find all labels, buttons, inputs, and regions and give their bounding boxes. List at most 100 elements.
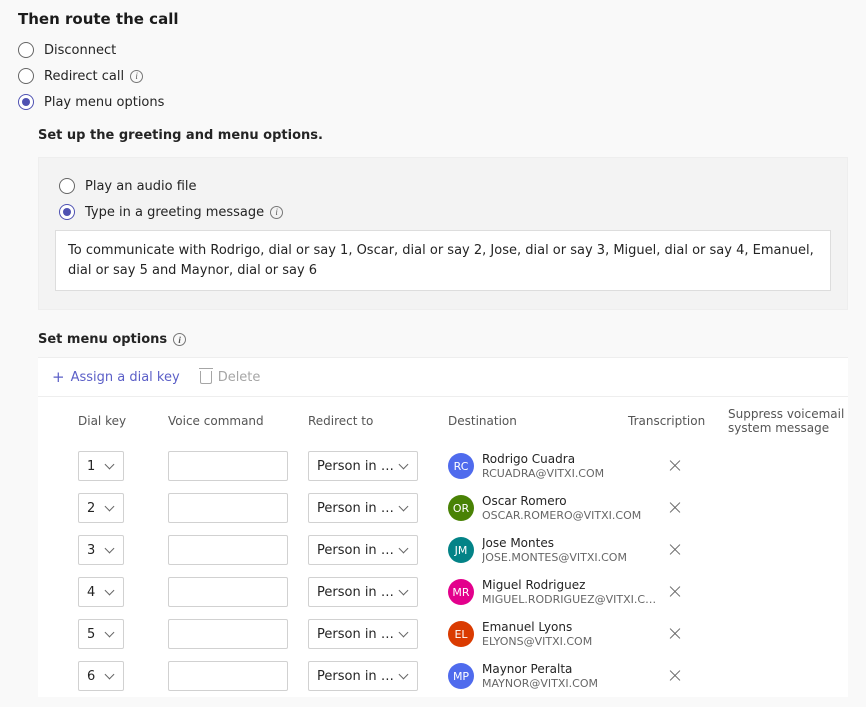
voice-command-input[interactable]	[168, 661, 288, 691]
greeting-text-input[interactable]: To communicate with Rodrigo, dial or say…	[55, 230, 831, 291]
table-header-row: Dial key Voice command Redirect to Desti…	[38, 397, 848, 445]
assign-dial-key-button[interactable]: Assign a dial key	[52, 368, 180, 386]
greeting-option-label: Play an audio file	[85, 179, 197, 194]
redirect-to-value: Person in or...	[317, 459, 397, 474]
destination-text: Maynor PeraltaMAYNOR@VITXI.COM	[482, 662, 598, 691]
dial-key-select[interactable]: 6	[78, 661, 124, 691]
redirect-to-value: Person in or...	[317, 585, 397, 600]
destination-cell: RC Rodrigo CuadraRCUADRA@VITXI.COM	[448, 452, 658, 481]
destination-cell: JM Jose MontesJOSE.MONTES@VITXI.COM	[448, 536, 658, 565]
redirect-to-select[interactable]: Person in or...	[308, 619, 418, 649]
menu-section-title-text: Set menu options	[38, 332, 167, 347]
table-row: 4Person in or...MRMiguel RodriguezMIGUEL…	[38, 571, 848, 613]
col-suppress: Suppress voicemail system message i	[728, 407, 866, 435]
destination-cell: MPMaynor PeraltaMAYNOR@VITXI.COM	[448, 662, 658, 691]
menu-toolbar: Assign a dial key Delete	[38, 357, 848, 396]
route-option-disconnect[interactable]: Disconnect	[18, 42, 848, 58]
destination-email: MIGUEL.RODRIGUEZ@VITXI.COM	[482, 593, 658, 607]
avatar: MR	[448, 579, 474, 605]
chevron-down-icon	[399, 547, 409, 553]
destination-name: Emanuel Lyons	[482, 620, 592, 635]
route-option-label: Play menu options	[44, 95, 164, 110]
chevron-down-icon	[105, 505, 115, 511]
avatar: EL	[448, 621, 474, 647]
destination-email: RCUADRA@VITXI.COM	[482, 467, 604, 481]
destination-text: Jose MontesJOSE.MONTES@VITXI.COM	[482, 536, 627, 565]
destination-email: ELYONS@VITXI.COM	[482, 635, 592, 649]
destination-name: Oscar Romero	[482, 494, 641, 509]
table-row: 1 Person in or... RC Rodrigo CuadraRCUADRA@…	[38, 445, 848, 487]
redirect-to-select[interactable]: Person in or...	[308, 451, 418, 481]
redirect-to-select[interactable]: Person in or...	[308, 535, 418, 565]
page-title: Then route the call	[18, 10, 848, 28]
chevron-down-icon	[399, 673, 409, 679]
dial-key-select[interactable]: 1	[78, 451, 124, 481]
clear-destination-button[interactable]	[668, 543, 682, 557]
voice-command-input[interactable]	[168, 451, 288, 481]
radio-icon	[59, 204, 75, 220]
clear-destination-button[interactable]	[668, 627, 682, 641]
clear-destination-button[interactable]	[668, 501, 682, 515]
col-transcription: Transcription	[628, 414, 718, 428]
avatar: OR	[448, 495, 474, 521]
voice-command-input[interactable]	[168, 493, 288, 523]
redirect-to-value: Person in or...	[317, 501, 397, 516]
info-icon[interactable]: i	[173, 333, 186, 346]
destination-name: Rodrigo Cuadra	[482, 452, 604, 467]
col-dial-key: Dial key	[78, 414, 158, 428]
route-option-label: Redirect call	[44, 69, 124, 84]
chevron-down-icon	[105, 673, 115, 679]
dial-key-value: 6	[87, 669, 95, 684]
redirect-to-select[interactable]: Person in or...	[308, 577, 418, 607]
voice-command-input[interactable]	[168, 577, 288, 607]
route-option-play-menu[interactable]: Play menu options	[18, 94, 848, 110]
toolbar-button-label: Delete	[218, 370, 261, 385]
plus-icon	[52, 368, 65, 386]
voice-command-input[interactable]	[168, 535, 288, 565]
clear-destination-button[interactable]	[668, 669, 682, 683]
trash-icon	[200, 371, 212, 384]
redirect-to-value: Person in or...	[317, 669, 397, 684]
table-row: 3 Person in or... JM Jose MontesJOSE.MONTES…	[38, 529, 848, 571]
voice-command-input[interactable]	[168, 619, 288, 649]
chevron-down-icon	[105, 463, 115, 469]
dial-key-select[interactable]: 2	[78, 493, 124, 523]
route-option-redirect[interactable]: Redirect call i	[18, 68, 848, 84]
greeting-card: Play an audio file Type in a greeting me…	[38, 157, 848, 310]
redirect-to-select[interactable]: Person in or...	[308, 661, 418, 691]
greeting-option-type[interactable]: Type in a greeting message i	[59, 204, 831, 220]
chevron-down-icon	[399, 463, 409, 469]
clear-destination-button[interactable]	[668, 585, 682, 599]
dial-key-select[interactable]: 5	[78, 619, 124, 649]
dial-key-value: 4	[87, 585, 95, 600]
radio-icon	[18, 94, 34, 110]
destination-name: Maynor Peralta	[482, 662, 598, 677]
dial-key-select[interactable]: 4	[78, 577, 124, 607]
info-icon[interactable]: i	[270, 206, 283, 219]
redirect-to-value: Person in or...	[317, 543, 397, 558]
table-row: 2 Person in or... OR Oscar RomeroOSCAR.ROME…	[38, 487, 848, 529]
greeting-option-label: Type in a greeting message	[85, 205, 264, 220]
redirect-to-select[interactable]: Person in or...	[308, 493, 418, 523]
delete-button[interactable]: Delete	[200, 370, 261, 385]
radio-icon	[18, 68, 34, 84]
destination-cell: EL Emanuel LyonsELYONS@VITXI.COM	[448, 620, 658, 649]
avatar: JM	[448, 537, 474, 563]
greeting-section-title: Set up the greeting and menu options.	[38, 128, 848, 143]
greeting-option-audio[interactable]: Play an audio file	[59, 178, 831, 194]
menu-options-table: Dial key Voice command Redirect to Desti…	[38, 396, 848, 697]
destination-text: Rodrigo CuadraRCUADRA@VITXI.COM	[482, 452, 604, 481]
clear-destination-button[interactable]	[668, 459, 682, 473]
dial-key-value: 5	[87, 627, 95, 642]
redirect-to-value: Person in or...	[317, 627, 397, 642]
destination-cell: OR Oscar RomeroOSCAR.ROMERO@VITXI.COM	[448, 494, 658, 523]
avatar: RC	[448, 453, 474, 479]
chevron-down-icon	[399, 505, 409, 511]
destination-text: Oscar RomeroOSCAR.ROMERO@VITXI.COM	[482, 494, 641, 523]
dial-key-select[interactable]: 3	[78, 535, 124, 565]
chevron-down-icon	[399, 631, 409, 637]
col-redirect-to: Redirect to	[308, 414, 438, 428]
table-row: 6 Person in or... MPMaynor PeraltaMAYNOR@V…	[38, 655, 848, 697]
info-icon[interactable]: i	[130, 70, 143, 83]
dial-key-value: 3	[87, 543, 95, 558]
